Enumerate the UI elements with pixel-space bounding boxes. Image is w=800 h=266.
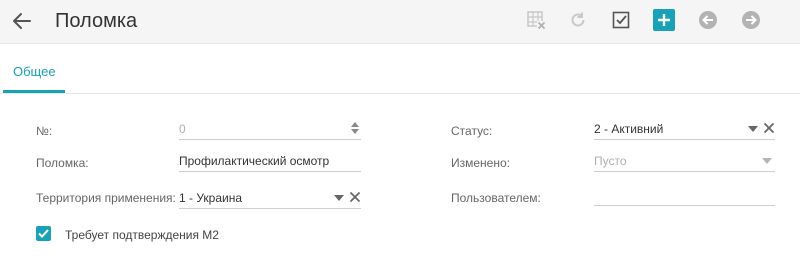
requires-confirmation-label: Требует подтверждения М2 xyxy=(65,228,219,242)
breakdown-field[interactable]: Профилактический осмотр xyxy=(179,150,361,172)
breakdown-label: Поломка: xyxy=(36,156,89,170)
territory-label: Территория применения: xyxy=(36,191,176,205)
number-value: 0 xyxy=(179,122,186,136)
number-field[interactable]: 0 xyxy=(179,118,361,140)
status-label: Статус: xyxy=(451,124,493,138)
territory-select[interactable]: 1 - Украина xyxy=(179,187,361,209)
user-label: Пользователем: xyxy=(451,191,541,205)
status-value: 2 - Активний xyxy=(594,122,664,136)
tab-general-label: Общее xyxy=(13,64,56,79)
header-bar: Поломка xyxy=(0,0,800,44)
back-arrow-icon[interactable] xyxy=(10,9,34,33)
add-icon[interactable] xyxy=(653,9,675,31)
status-select[interactable]: 2 - Активний xyxy=(594,118,775,140)
page-title: Поломка xyxy=(55,10,138,32)
check-icon xyxy=(38,229,49,238)
territory-chevron-down-icon[interactable] xyxy=(334,195,344,201)
table-delete-icon[interactable] xyxy=(525,9,547,31)
user-field[interactable] xyxy=(594,184,775,206)
refresh-icon[interactable] xyxy=(567,9,589,31)
status-clear-icon[interactable] xyxy=(763,121,775,134)
changed-select[interactable]: Пусто xyxy=(594,150,775,172)
number-label: №: xyxy=(36,124,53,138)
changed-placeholder: Пусто xyxy=(594,154,627,168)
previous-icon[interactable] xyxy=(697,9,719,31)
changed-chevron-down-icon[interactable] xyxy=(762,158,772,164)
requires-confirmation-checkbox[interactable] xyxy=(36,226,51,241)
breakdown-value: Профилактический осмотр xyxy=(179,154,330,168)
tab-bar: Общее xyxy=(0,45,800,94)
tab-general[interactable]: Общее xyxy=(3,45,65,93)
checkbox-confirm-icon[interactable] xyxy=(610,9,632,31)
territory-value: 1 - Украина xyxy=(179,191,243,205)
number-stepper[interactable] xyxy=(350,120,360,136)
changed-label: Изменено: xyxy=(451,156,510,170)
next-icon[interactable] xyxy=(740,9,762,31)
status-chevron-down-icon[interactable] xyxy=(748,126,758,132)
territory-clear-icon[interactable] xyxy=(349,190,361,203)
